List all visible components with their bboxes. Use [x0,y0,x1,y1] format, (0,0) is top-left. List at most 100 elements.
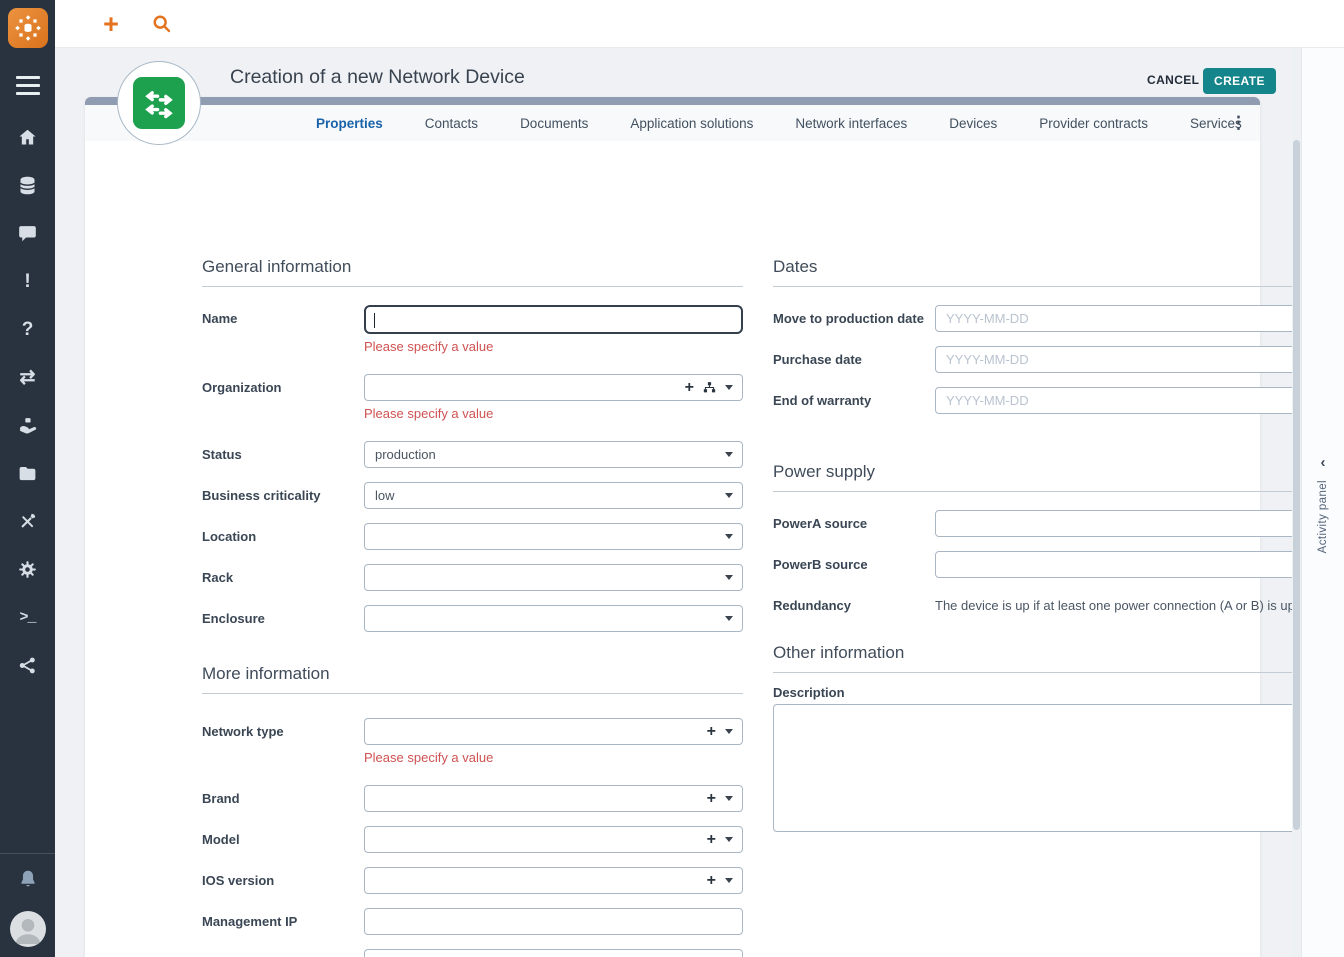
redundancy-value: The device is up if at least one power c… [935,592,1316,613]
notifications-bell-icon[interactable] [17,868,39,895]
organization-select[interactable]: + [364,374,743,401]
sidebar-item-console[interactable]: >_ [0,593,55,641]
field-purchase-date: Purchase date [773,346,1316,373]
description-label: Description [773,685,1316,700]
name-error: Please specify a value [364,339,743,354]
location-select[interactable] [364,523,743,550]
business-criticality-select[interactable]: low [364,482,743,509]
field-description: Description [773,685,1316,837]
terminal-icon: >_ [19,610,35,625]
chevron-down-icon [725,534,733,539]
chevron-down-icon[interactable] [725,729,733,734]
network-type-error: Please specify a value [364,750,743,765]
main-scrollbar[interactable] [1292,48,1301,957]
add-ios-version-icon[interactable]: + [707,874,716,888]
tab-services[interactable]: Services [1169,116,1263,131]
folder-icon [17,463,38,484]
location-label: Location [202,523,364,544]
search-icon [151,13,172,34]
bell-icon [17,868,39,890]
sidebar-item-admin-tools[interactable] [0,497,55,545]
activity-panel-rail[interactable]: ‹ Activity panel [1301,48,1344,957]
field-redundancy: Redundancy The device is up if at least … [773,592,1316,613]
hierarchy-icon[interactable] [703,381,716,394]
field-powera-source: PowerA source [773,510,1316,537]
status-select[interactable]: production [364,441,743,468]
ios-version-label: IOS version [202,867,364,888]
activity-panel-expand-chevron[interactable]: ‹ [1321,455,1326,470]
chevron-down-icon [725,616,733,621]
sidebar-item-changes[interactable]: ⇄ [0,353,55,401]
powerb-source-label: PowerB source [773,551,935,572]
add-organization-icon[interactable]: + [685,381,694,395]
tab-provider-contracts[interactable]: Provider contracts [1018,116,1169,131]
section-power-supply: Power supply [773,462,1316,492]
sidebar-item-help[interactable]: ? [0,305,55,353]
brand-select[interactable]: + [364,785,743,812]
sidebar-item-documents[interactable] [0,449,55,497]
chevron-down-icon[interactable] [725,878,733,883]
sidebar-item-datamodel[interactable] [0,641,55,689]
field-network-type: Network type + Please specify a value [202,718,743,771]
enclosure-select[interactable] [364,605,743,632]
network-type-select[interactable]: + [364,718,743,745]
tab-application-solutions[interactable]: Application solutions [609,116,774,131]
activity-panel-label[interactable]: Activity panel [1317,480,1329,553]
add-network-type-icon[interactable]: + [707,725,716,739]
sidebar-item-settings[interactable] [0,545,55,593]
status-value: production [365,447,446,462]
chevron-down-icon[interactable] [725,385,733,390]
organization-label: Organization [202,374,364,395]
description-textarea[interactable] [773,704,1316,832]
exclamation-icon: ! [24,272,30,291]
ram-input[interactable] [364,949,743,957]
sidebar-item-services[interactable] [0,401,55,449]
field-powerb-source: PowerB source [773,551,1316,578]
powerb-source-select[interactable] [935,551,1316,578]
card-top-accent-bar [85,97,1260,105]
sidebar-item-incidents[interactable]: ! [0,257,55,305]
rack-label: Rack [202,564,364,585]
brand-label: Brand [202,785,364,806]
move-to-production-date-input[interactable] [935,305,1316,332]
management-ip-input[interactable] [364,908,743,935]
section-more-information: More information [202,664,743,694]
scrollbar-thumb[interactable] [1293,140,1300,830]
object-form-card: Properties Contacts Documents Applicatio… [85,97,1260,957]
tab-contacts[interactable]: Contacts [404,116,499,131]
ios-version-select[interactable]: + [364,867,743,894]
tab-documents[interactable]: Documents [499,116,609,131]
cancel-button[interactable]: CANCEL [1147,73,1199,87]
add-brand-icon[interactable]: + [707,792,716,806]
tab-properties[interactable]: Properties [295,116,404,131]
sidebar-item-helpdesk[interactable] [0,209,55,257]
add-model-icon[interactable]: + [707,833,716,847]
tab-devices[interactable]: Devices [928,116,1018,131]
sidebar-nav: ! ? ⇄ [0,113,55,689]
end-of-warranty-input[interactable] [935,387,1316,414]
global-search-button[interactable] [149,12,173,36]
itop-logo-icon[interactable] [8,8,48,48]
chevron-down-icon[interactable] [725,796,733,801]
model-select[interactable]: + [364,826,743,853]
form-column-right: Dates Move to production date Purchase d… [773,257,1316,837]
tab-network-interfaces[interactable]: Network interfaces [774,116,928,131]
field-location: Location [202,523,743,550]
chevron-down-icon[interactable] [725,837,733,842]
database-icon [17,175,38,196]
tab-overflow-menu[interactable]: ⋮ [1230,112,1247,134]
create-new-button[interactable]: + [99,12,123,36]
purchase-date-input[interactable] [935,346,1316,373]
powera-source-select[interactable] [935,510,1316,537]
sidebar-item-home[interactable] [0,113,55,161]
rack-select[interactable] [364,564,743,591]
object-class-medallion [117,61,201,145]
create-button[interactable]: CREATE [1203,68,1276,94]
sidebar-item-data[interactable] [0,161,55,209]
organization-error: Please specify a value [364,406,743,421]
user-avatar[interactable] [10,911,46,947]
switch-arrows-icon [142,86,176,120]
name-input[interactable] [364,305,743,334]
menu-hamburger-icon[interactable] [16,76,40,95]
chevron-down-icon [725,452,733,457]
